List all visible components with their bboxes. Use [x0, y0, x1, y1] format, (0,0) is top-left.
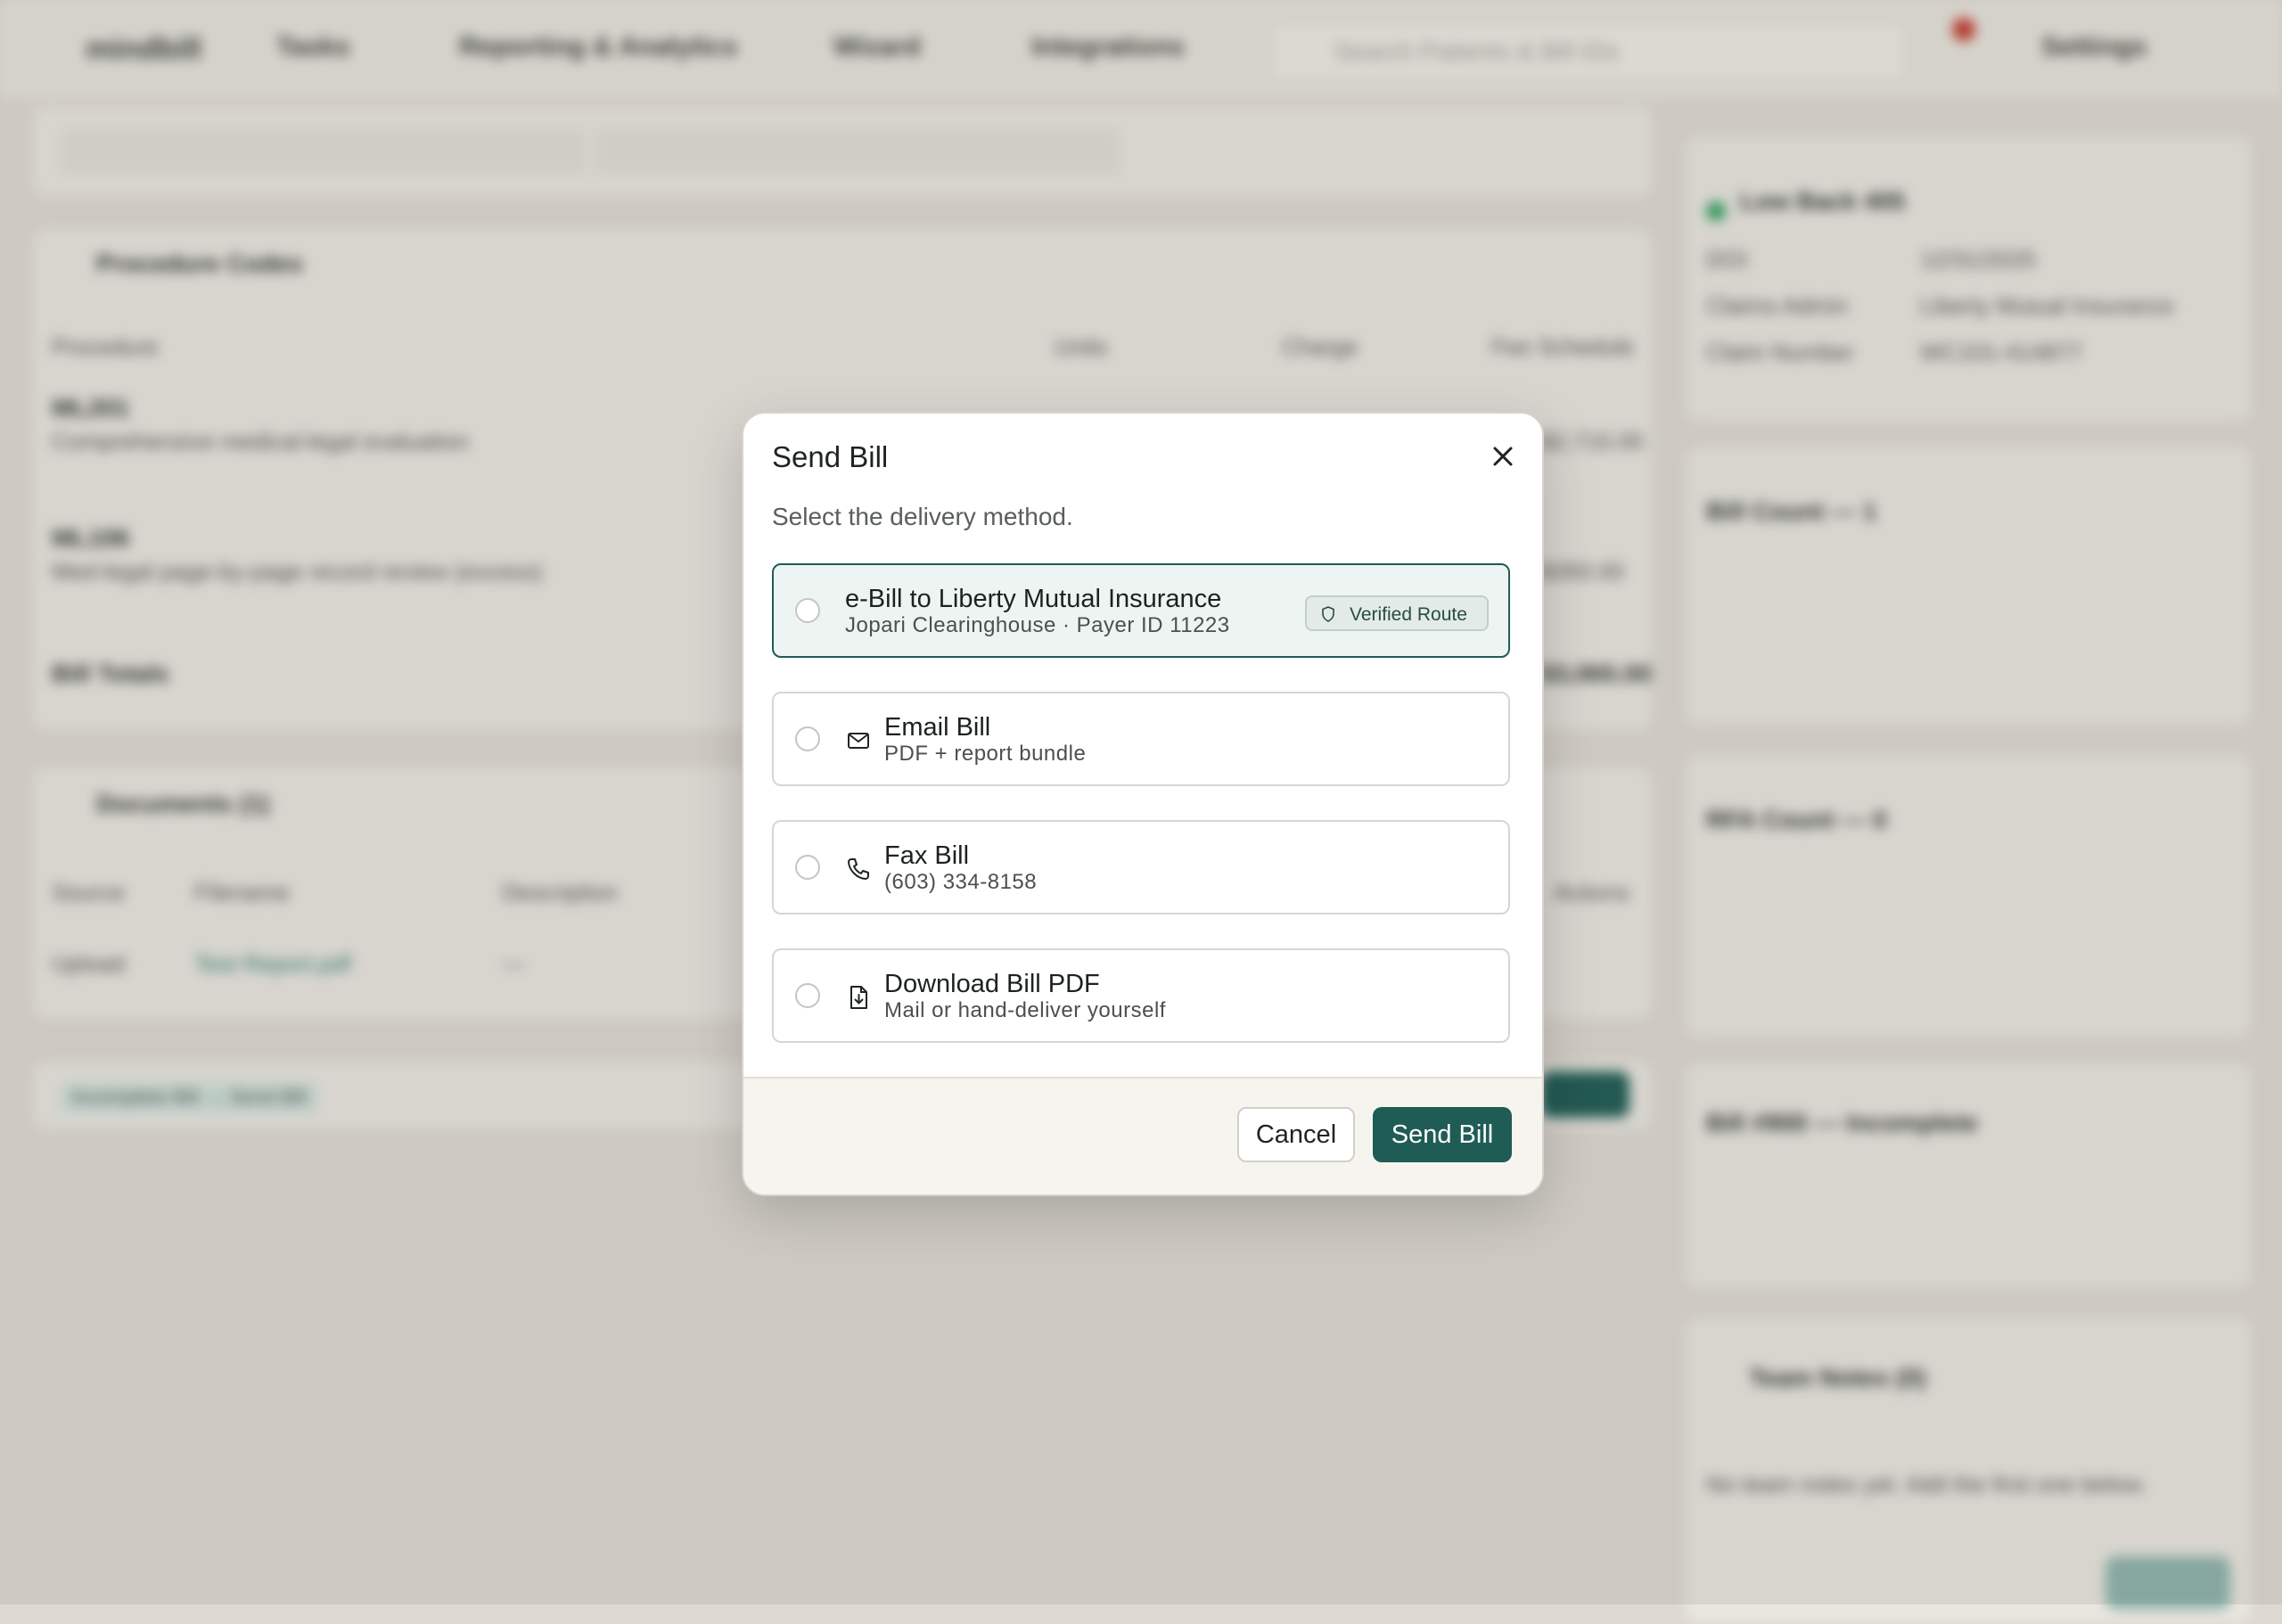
option-subtitle: (603) 334-8158	[884, 870, 1038, 894]
send-bill-button[interactable]: Send Bill	[1373, 1107, 1512, 1162]
mail-icon	[848, 733, 869, 749]
option-fax[interactable]: Fax Bill (603) 334-8158	[772, 820, 1510, 915]
shield-icon	[1322, 606, 1334, 622]
close-icon	[1493, 447, 1513, 466]
file-download-icon	[850, 986, 867, 1009]
option-subtitle: Mail or hand-deliver yourself	[884, 998, 1166, 1022]
option-ebill[interactable]: e-Bill to Liberty Mutual Insurance Jopar…	[772, 563, 1510, 658]
close-button[interactable]	[1485, 439, 1521, 474]
dialog-footer: Cancel Send Bill	[743, 1077, 1542, 1194]
dialog-title: Send Bill	[772, 440, 889, 473]
radio-button[interactable]	[795, 855, 820, 880]
dialog-subtitle: Select the delivery method.	[772, 503, 1073, 530]
radio-button[interactable]	[795, 983, 820, 1008]
cancel-button[interactable]: Cancel	[1237, 1107, 1355, 1162]
option-title: Download Bill PDF	[884, 970, 1100, 998]
send-bill-dialog: Send Bill Select the delivery method. e-…	[742, 412, 1544, 1196]
radio-button[interactable]	[795, 726, 820, 751]
option-download[interactable]: Download Bill PDF Mail or hand-deliver y…	[772, 948, 1510, 1043]
option-title: Fax Bill	[884, 841, 970, 870]
option-subtitle: Jopari Clearinghouse · Payer ID 11223	[845, 613, 1230, 637]
option-title: Email Bill	[884, 713, 991, 742]
verified-route-badge: Verified Route	[1305, 595, 1489, 631]
phone-icon	[848, 858, 869, 880]
option-title: e-Bill to Liberty Mutual Insurance	[845, 585, 1222, 613]
option-email[interactable]: Email Bill PDF + report bundle	[772, 692, 1510, 786]
option-subtitle: PDF + report bundle	[884, 742, 1087, 766]
radio-button[interactable]	[795, 598, 820, 623]
badge-label: Verified Route	[1350, 604, 1467, 625]
